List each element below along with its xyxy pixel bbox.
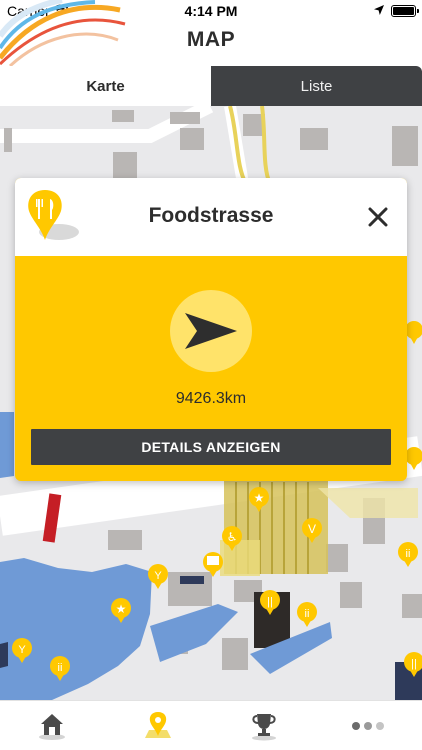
show-details-button[interactable]: DETAILS ANZEIGEN <box>31 429 391 465</box>
tab-more[interactable] <box>348 709 388 743</box>
view-segmented-control: Karte Liste <box>0 66 422 106</box>
battery-icon <box>391 5 419 17</box>
svg-text:★: ★ <box>254 491 265 505</box>
page-title: MAP <box>186 28 236 51</box>
location-services-icon <box>374 5 384 15</box>
tab-karte[interactable]: Karte <box>0 66 211 106</box>
close-icon[interactable] <box>365 204 391 230</box>
map-pin-icon <box>145 712 171 738</box>
svg-text:ii: ii <box>305 608 310 620</box>
popup-title: Foodstrasse <box>148 204 274 227</box>
svg-text:||: || <box>411 658 417 670</box>
tab-bar <box>0 700 422 750</box>
tab-map[interactable] <box>138 709 178 743</box>
tab-achievements[interactable] <box>244 709 284 743</box>
svg-text:★: ★ <box>116 602 127 616</box>
trophy-icon <box>252 714 276 741</box>
svg-text:Y: Y <box>18 644 26 656</box>
tab-liste[interactable]: Liste <box>211 66 422 106</box>
home-icon <box>39 714 65 740</box>
svg-text:ii: ii <box>58 662 63 674</box>
tab-home[interactable] <box>32 709 72 743</box>
svg-text:ii: ii <box>406 548 411 560</box>
more-dots-icon <box>352 722 384 730</box>
poi-popup-card: Foodstrasse 9426.3km DETAILS ANZEIGEN <box>15 178 407 481</box>
svg-text:V: V <box>308 522 316 536</box>
svg-text:♿: ♿ <box>227 530 238 544</box>
svg-text:Y: Y <box>154 570 162 582</box>
direction-arrow-icon <box>185 313 237 349</box>
popup-header: Foodstrasse <box>15 178 407 256</box>
direction-indicator <box>170 290 252 372</box>
svg-text:||: || <box>267 596 273 608</box>
distance-label: 9426.3km <box>175 390 247 407</box>
